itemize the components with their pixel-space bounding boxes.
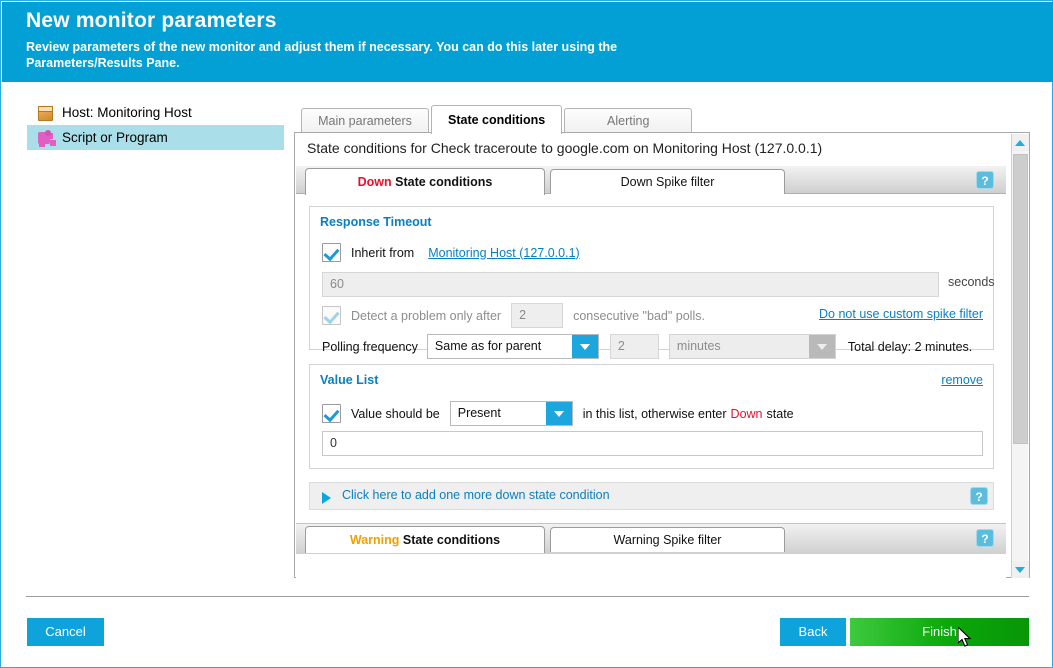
tab-main-parameters[interactable]: Main parameters: [301, 108, 429, 134]
sidebar-item-script[interactable]: Script or Program: [27, 125, 284, 150]
sidebar-item-host[interactable]: Host: Monitoring Host: [27, 100, 284, 125]
help-icon-warning[interactable]: ?: [976, 529, 994, 547]
tab-down-spike-filter[interactable]: Down Spike filter: [550, 169, 785, 194]
tab-alerting[interactable]: Alerting: [564, 108, 693, 134]
scroll-up-arrow-icon[interactable]: [1012, 134, 1029, 151]
tab-warning-label: State conditions: [402, 533, 501, 547]
timeout-value-input[interactable]: 60: [322, 272, 939, 297]
page-title: New monitor parameters: [26, 9, 277, 32]
detect-problem-row: Detect a problem only after 2 consecutiv…: [322, 303, 705, 328]
value-list-remove-link[interactable]: remove: [941, 373, 983, 387]
help-icon-add-condition[interactable]: ?: [970, 487, 988, 505]
response-timeout-group: Response Timeout Inherit from Monitoring…: [309, 206, 995, 359]
inherit-checkbox[interactable]: [322, 243, 341, 262]
help-icon-down[interactable]: ?: [976, 171, 994, 189]
tab-warning-accent: Warning: [349, 533, 400, 547]
value-list-title: Value List: [320, 373, 379, 387]
down-conditions-content: Response Timeout Inherit from Monitoring…: [296, 194, 1006, 578]
detect-problem-checkbox[interactable]: [322, 306, 341, 325]
value-list-middle-text: in this list, otherwise enter: [582, 406, 727, 421]
puzzle-piece-icon: [35, 129, 55, 147]
page-subtitle: Review parameters of the new monitor and…: [26, 40, 618, 70]
detect-problem-suffix: consecutive "bad" polls.: [573, 308, 705, 323]
tab-down-spike-label: Down Spike filter: [620, 175, 715, 189]
chevron-down-icon-presence[interactable]: [545, 402, 572, 425]
tab-down-label: State conditions: [395, 175, 493, 189]
footer-divider: [26, 596, 1029, 597]
inherit-label: Inherit from: [351, 245, 415, 260]
timeout-unit-label: seconds: [948, 275, 995, 289]
polling-interval-input[interactable]: 2: [609, 334, 659, 359]
polling-mode-value: Same as for parent: [434, 339, 542, 353]
chevron-down-icon-unit[interactable]: [808, 335, 835, 358]
inherit-source-link[interactable]: Monitoring Host (127.0.0.1): [428, 246, 579, 260]
value-list-state-accent: Down: [730, 406, 763, 421]
polling-unit-select[interactable]: minutes: [668, 334, 836, 359]
scroll-down-arrow-icon[interactable]: [1012, 561, 1029, 578]
tab-warning-spike-filter[interactable]: Warning Spike filter: [550, 527, 785, 552]
down-tab-strip: Down State conditions Down Spike filter …: [296, 166, 1006, 195]
tab-state-conditions[interactable]: State conditions: [431, 105, 563, 134]
value-list-input[interactable]: 0: [322, 431, 983, 456]
expand-triangle-icon: [322, 492, 331, 504]
sidebar: Host: Monitoring Host Script or Program: [27, 100, 284, 150]
tab-warning-state-conditions[interactable]: Warning State conditions: [305, 526, 545, 553]
detect-problem-count-input[interactable]: 2: [511, 303, 564, 328]
detect-problem-prefix: Detect a problem only after: [351, 308, 502, 323]
value-list-group: Value List remove Value should be Presen…: [309, 364, 994, 469]
polling-frequency-row: Polling frequency Same as for parent 2 m…: [322, 334, 972, 359]
tab-warning-spike-label: Warning Spike filter: [613, 533, 722, 547]
inherit-row: Inherit from Monitoring Host (127.0.0.1): [322, 243, 580, 262]
value-presence-select[interactable]: Present: [449, 401, 573, 426]
mouse-cursor: [958, 627, 972, 647]
dialog-header: New monitor parameters Review parameters…: [2, 2, 1053, 82]
chevron-down-icon-polling[interactable]: [571, 335, 598, 358]
sidebar-item-host-label: Host: Monitoring Host: [62, 105, 192, 120]
outer-tab-strip: Main parameters State conditions Alerting: [301, 105, 694, 134]
sidebar-item-script-label: Script or Program: [62, 130, 168, 145]
polling-mode-select[interactable]: Same as for parent: [426, 334, 599, 359]
value-should-be-prefix: Value should be: [351, 406, 440, 421]
value-should-be-checkbox[interactable]: [322, 404, 341, 423]
value-presence-value: Present: [457, 406, 501, 420]
tab-down-accent: Down: [357, 175, 392, 189]
cancel-button[interactable]: Cancel: [27, 618, 104, 646]
dialog-window: New monitor parameters Review parameters…: [0, 0, 1053, 668]
panel-heading: State conditions for Check traceroute to…: [307, 140, 823, 156]
total-delay-label: Total delay: 2 minutes.: [847, 339, 973, 354]
state-conditions-panel: State conditions for Check traceroute to…: [294, 132, 1030, 578]
add-down-condition-bar[interactable]: Click here to add one more down state co…: [309, 482, 994, 510]
panel-scrollbar[interactable]: [1011, 134, 1029, 578]
value-list-suffix: state: [766, 406, 794, 421]
scrollbar-thumb[interactable]: [1013, 154, 1028, 444]
host-box-icon: [35, 104, 55, 122]
back-button[interactable]: Back: [780, 618, 846, 646]
tab-down-state-conditions[interactable]: Down State conditions: [305, 168, 545, 195]
spike-filter-link[interactable]: Do not use custom spike filter: [819, 307, 983, 321]
value-should-be-row: Value should be Present in this list, ot…: [322, 401, 794, 426]
response-timeout-title: Response Timeout: [320, 215, 432, 229]
polling-unit-value: minutes: [676, 339, 721, 353]
add-down-condition-label: Click here to add one more down state co…: [342, 488, 610, 502]
finish-button[interactable]: Finish: [850, 618, 1029, 646]
warning-tab-strip: Warning State conditions Warning Spike f…: [296, 523, 1006, 554]
polling-frequency-label: Polling frequency: [322, 339, 418, 354]
